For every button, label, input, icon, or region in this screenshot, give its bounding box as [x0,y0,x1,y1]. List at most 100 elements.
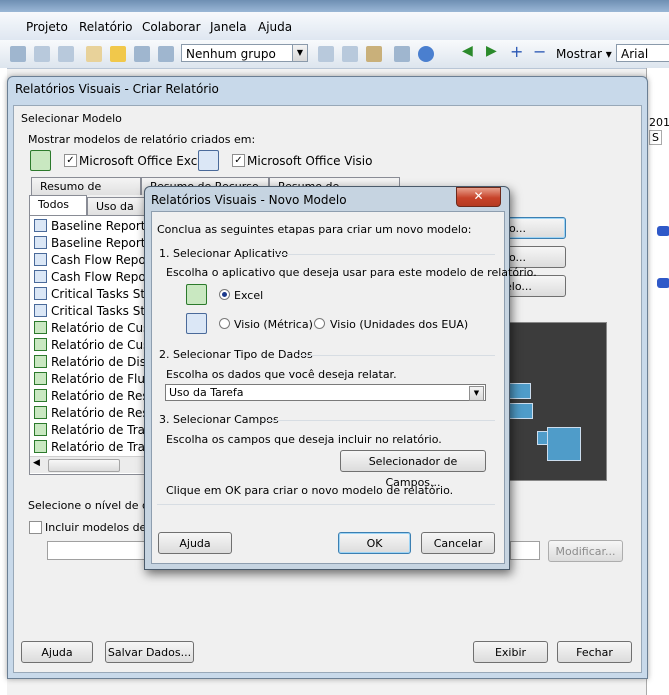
list-item[interactable]: Relatório de Traba [34,422,144,439]
tab-all[interactable]: Todos [29,195,87,215]
menu-janela[interactable]: Janela [210,20,247,34]
minus-icon[interactable]: − [533,42,549,61]
excel-icon [34,338,47,351]
preview-node [509,403,533,419]
visio-icon [198,150,219,171]
gantt-bar [657,278,669,288]
field-picker-button[interactable]: Selecionador de Campos... [340,450,486,489]
list-item-label: Critical Tasks Stat [51,287,145,301]
toolbar: Nenhum grupo ▼ ◀ ▶ + − Mostrar ▾ Arial [0,40,669,69]
report-list[interactable]: Baseline Report (B Baseline Report (M Cash… [29,215,145,475]
visio-icon [34,304,47,317]
btn-label: Fechar [576,646,613,659]
excel-radio[interactable] [219,289,230,300]
show-created-in-label: Mostrar modelos de relatório criados em: [28,133,256,146]
list-scrollbar[interactable]: ◀ [30,456,144,473]
split-icon[interactable] [34,46,50,62]
visio-checkbox[interactable]: ✓ [232,154,245,167]
zoom-in-icon[interactable] [318,46,334,62]
tab-task-usage[interactable]: Uso da T [87,197,147,231]
list-item[interactable]: Relatório de Custo [34,337,144,354]
visio-icon [34,253,47,266]
list-item-label: Relatório de Resu [51,389,144,403]
list-item[interactable]: Baseline Report (B [34,218,144,235]
menu-projeto[interactable]: Projeto [26,20,68,34]
excel-icon [34,321,47,334]
save-data-button[interactable]: Salvar Dados... [105,641,194,663]
scroll-left-icon[interactable]: ◀ [33,458,40,468]
list-item[interactable]: Cash Flow Report [34,269,144,286]
tab-label: Todos [38,198,70,211]
list-item[interactable]: Relatório de Fluxo [34,371,145,388]
step3-desc: Escolha os campos que deseja incluir no … [166,433,442,446]
excel-check-label: Microsoft Office Excel [79,154,209,168]
visio-us-radio[interactable] [314,318,325,329]
font-combo[interactable]: Arial [616,44,669,62]
group-combo-value: Nenhum grupo [186,47,276,61]
arrow-left-icon[interactable]: ◀ [462,43,478,59]
new-template-title: Relatórios Visuais - Novo Modelo [151,193,347,207]
copy-picture-icon[interactable] [134,46,150,62]
close-icon[interactable]: ✕ [456,187,501,207]
visio-metric-radio[interactable] [219,318,230,329]
include-templates-checkbox[interactable] [29,521,42,534]
btn-label: o... [509,251,527,264]
btn-label: Ajuda [179,537,211,550]
show-menu[interactable]: Mostrar ▾ [556,47,612,61]
excel-icon [34,406,47,419]
list-item[interactable]: Critical Tasks Stat [34,286,145,303]
outer-help-button[interactable]: Ajuda [21,641,93,663]
list-item[interactable]: Relatório de Custo [34,320,144,337]
display-button[interactable]: Exibir [473,641,548,663]
scroll-thumb[interactable] [48,459,120,472]
link-icon[interactable] [10,46,26,62]
calendar-icon[interactable] [394,46,410,62]
btn-label: Modificar... [555,545,616,558]
list-item-label: Relatório de Fluxo [51,372,145,386]
list-item[interactable]: Relatório de Resu [34,388,144,405]
step1-title: 1. Selecionar Aplicativo [159,247,289,260]
excel-icon [34,423,47,436]
zoom-out-icon[interactable] [342,46,358,62]
app-title-band [0,0,669,12]
ok-button[interactable]: OK [338,532,411,554]
help-icon[interactable] [418,46,434,62]
arrow-right-icon[interactable]: ▶ [486,43,502,59]
divider [275,254,495,255]
group-combo[interactable]: Nenhum grupo ▼ [181,44,308,62]
visio-app-icon [186,313,207,334]
cancel-button[interactable]: Cancelar [421,532,495,554]
create-report-title: Relatórios Visuais - Criar Relatório [15,82,219,96]
list-item[interactable]: Relatório de Traba [34,439,144,456]
btn-label: o... [509,222,527,235]
scroll-to-task-icon[interactable] [366,46,382,62]
gantt-col: S [649,130,662,145]
divider [266,420,495,421]
menu-colaborar[interactable]: Colaborar [142,20,201,34]
list-item[interactable]: Relatório de Resu [34,405,144,422]
list-item[interactable]: Critical Tasks Stat [34,303,144,320]
list-item[interactable]: Baseline Report (M [34,235,144,252]
plus-icon[interactable]: + [510,42,526,61]
menu-relatorio[interactable]: Relatório [79,20,133,34]
publish-icon[interactable] [158,46,174,62]
task-info-icon[interactable] [58,46,74,62]
list-item[interactable]: Relatório de Dispo [34,354,144,371]
notes-icon[interactable] [86,46,102,62]
list-item-label: Relatório de Custo [51,321,144,335]
excel-checkbox[interactable]: ✓ [64,154,77,167]
outer-close-button[interactable]: Fechar [557,641,632,663]
template-path-field[interactable] [47,541,149,560]
visio-metric-label: Visio (Métrica) [234,318,313,331]
show-menu-label: Mostrar [556,47,602,61]
modify-button[interactable]: Modificar... [548,540,623,562]
menu-ajuda[interactable]: Ajuda [258,20,292,34]
btn-label: Exibir [494,646,527,659]
template-path-field-end[interactable] [510,541,540,560]
list-item[interactable]: Cash Flow Report [34,252,144,269]
assign-icon[interactable] [110,46,126,62]
inner-help-button[interactable]: Ajuda [158,532,232,554]
tab-task-summary[interactable]: Resumo de Tarefas [31,177,141,211]
excel-icon [34,389,47,402]
data-type-select[interactable]: Uso da Tarefa ▼ [165,384,486,401]
